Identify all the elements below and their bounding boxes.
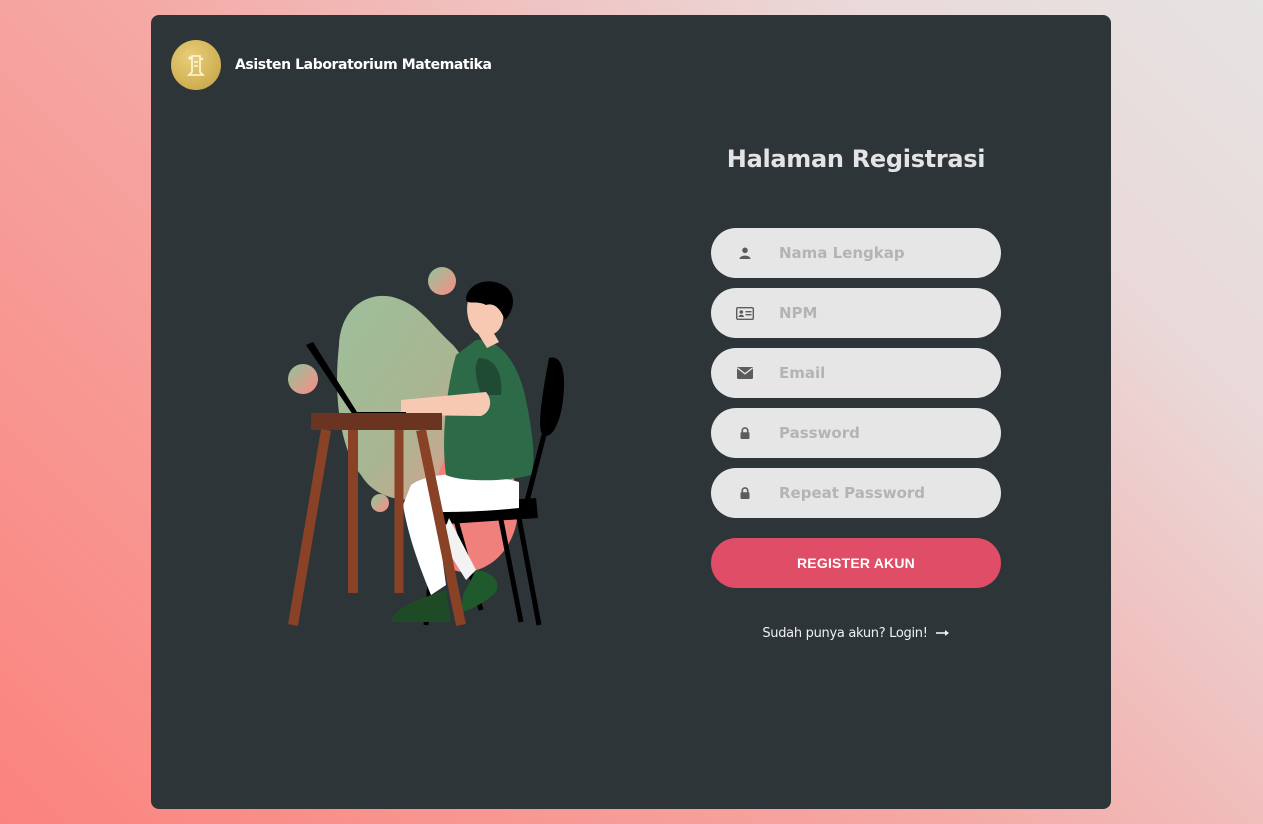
lock-icon — [711, 487, 779, 499]
lock-icon — [711, 427, 779, 439]
register-card: Asisten Laboratorium Matematika Halaman … — [151, 15, 1111, 809]
repeat-password-input[interactable] — [779, 468, 1001, 518]
person-laptop-illustration — [288, 267, 565, 627]
full-name-field[interactable] — [711, 228, 1001, 278]
email-field[interactable] — [711, 348, 1001, 398]
npm-input[interactable] — [779, 288, 1001, 338]
login-link-text[interactable]: Sudah punya akun? Login! — [762, 626, 928, 641]
repeat-password-field[interactable] — [711, 468, 1001, 518]
lab-logo-icon — [171, 40, 221, 90]
envelope-icon — [711, 367, 779, 379]
full-name-input[interactable] — [779, 228, 1001, 278]
brand-name: Asisten Laboratorium Matematika — [235, 57, 492, 73]
id-card-icon — [711, 306, 779, 320]
npm-field[interactable] — [711, 288, 1001, 338]
email-input[interactable] — [779, 348, 1001, 398]
registration-form: Halaman Registrasi Nama Lengkap NPM Emai… — [711, 145, 1001, 641]
arrow-right-icon[interactable] — [935, 626, 950, 641]
register-button[interactable]: REGISTER AKUN — [711, 538, 1001, 588]
user-icon — [711, 247, 779, 259]
password-field[interactable] — [711, 408, 1001, 458]
brand-header: Asisten Laboratorium Matematika — [171, 40, 492, 90]
login-link[interactable]: Sudah punya akun? Login! — [711, 626, 1001, 641]
page-title: Halaman Registrasi — [726, 145, 986, 173]
password-input[interactable] — [779, 408, 1001, 458]
